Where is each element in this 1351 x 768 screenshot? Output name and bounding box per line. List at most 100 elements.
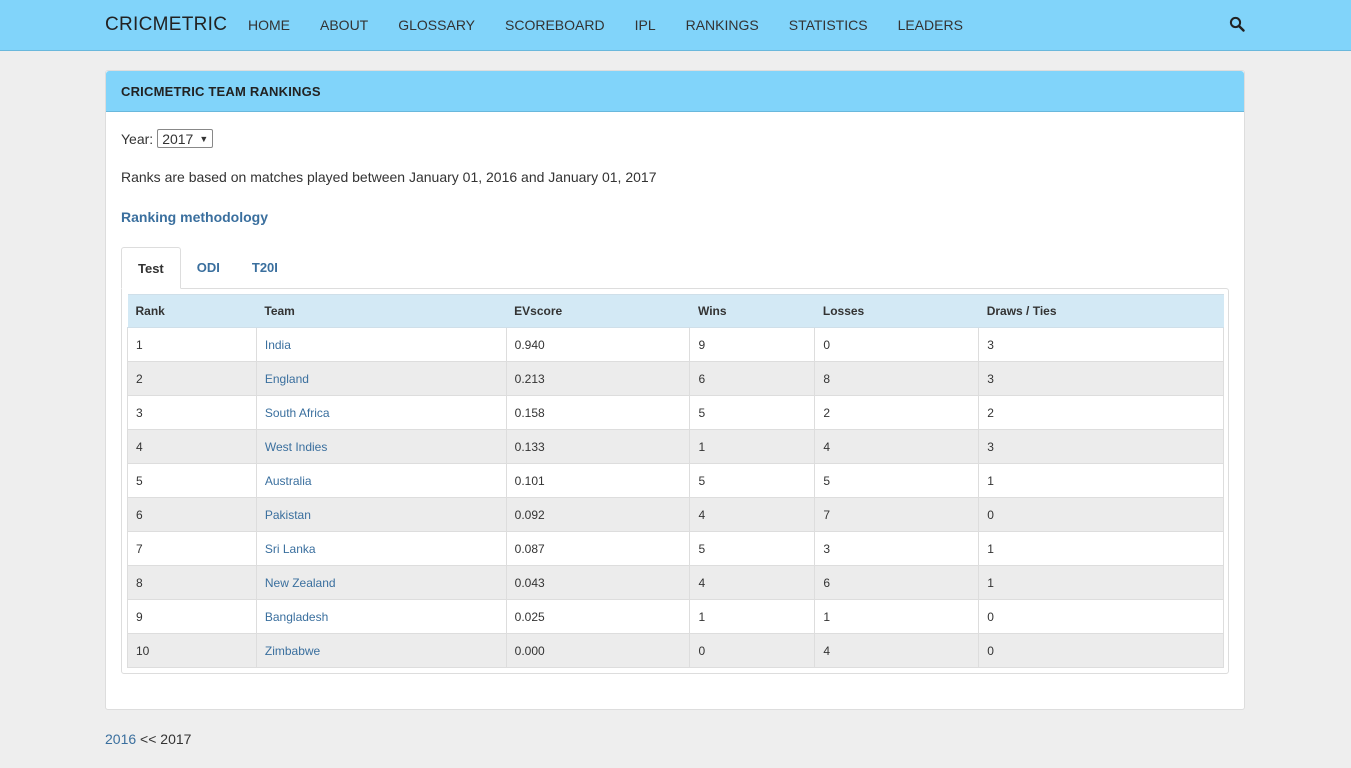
cell-losses: 1 <box>814 599 980 634</box>
cell-draws: 0 <box>978 599 1224 634</box>
nav-item-leaders[interactable]: LEADERS <box>898 0 963 50</box>
cell-wins: 5 <box>689 531 816 566</box>
rankings-panel: CRICMETRIC TEAM RANKINGS Year: 2017 ▼ Ra… <box>105 70 1245 710</box>
table-row: 3 South Africa 0.158 5 2 2 <box>127 395 1224 430</box>
cell-losses: 5 <box>814 463 980 498</box>
nav-item-statistics[interactable]: STATISTICS <box>789 0 868 50</box>
cell-wins: 6 <box>689 361 816 396</box>
table-row: 6 Pakistan 0.092 4 7 0 <box>127 497 1224 532</box>
team-link[interactable]: India <box>255 327 507 362</box>
cell-losses: 0 <box>814 327 980 362</box>
nav-item-scoreboard[interactable]: SCOREBOARD <box>505 0 605 50</box>
table-row: 10 Zimbabwe 0.000 0 4 0 <box>127 633 1224 668</box>
cell-wins: 0 <box>689 633 816 668</box>
year-select-value: 2017 <box>162 130 194 147</box>
cell-evscore: 0.101 <box>505 463 691 498</box>
nav-item-ipl[interactable]: IPL <box>635 0 656 50</box>
cell-wins: 5 <box>689 395 816 430</box>
team-link[interactable]: South Africa <box>255 395 507 430</box>
team-link[interactable]: England <box>255 361 507 396</box>
cell-evscore: 0.092 <box>505 497 691 532</box>
cell-rank: 7 <box>127 531 257 566</box>
year-selector-row: Year: 2017 ▼ <box>121 129 214 148</box>
cell-evscore: 0.940 <box>505 327 691 362</box>
cell-evscore: 0.087 <box>505 531 691 566</box>
tab-test[interactable]: Test <box>121 247 181 289</box>
table-row: 5 Australia 0.101 5 5 1 <box>127 463 1224 498</box>
year-select[interactable]: 2017 ▼ <box>157 129 214 148</box>
cell-evscore: 0.025 <box>505 599 691 634</box>
cell-losses: 6 <box>814 565 980 600</box>
table-row: 9 Bangladesh 0.025 1 1 0 <box>127 599 1224 634</box>
cell-losses: 8 <box>814 361 980 396</box>
cell-losses: 2 <box>814 395 980 430</box>
cell-losses: 7 <box>814 497 980 532</box>
cell-rank: 5 <box>127 463 257 498</box>
cell-draws: 0 <box>978 497 1224 532</box>
team-link[interactable]: New Zealand <box>255 565 507 600</box>
team-link[interactable]: Pakistan <box>255 497 507 532</box>
search-icon[interactable] <box>1229 16 1245 32</box>
cell-rank: 3 <box>127 395 257 430</box>
cell-wins: 1 <box>689 599 816 634</box>
cell-rank: 4 <box>127 429 257 464</box>
nav-item-rankings[interactable]: RANKINGS <box>686 0 759 50</box>
cell-draws: 1 <box>978 531 1224 566</box>
table-row: 7 Sri Lanka 0.087 5 3 1 <box>127 531 1224 566</box>
header-rank: Rank <box>127 294 257 328</box>
header-wins: Wins <box>689 294 815 328</box>
team-link[interactable]: West Indies <box>255 429 507 464</box>
table-row: 1 India 0.940 9 0 3 <box>127 327 1224 362</box>
tab-content: Rank Team EVscore Wins Losses Draws / Ti… <box>121 288 1229 674</box>
cell-draws: 1 <box>978 565 1224 600</box>
cell-draws: 1 <box>978 463 1224 498</box>
top-navbar: CRICMETRIC HOME ABOUT GLOSSARY SCOREBOAR… <box>0 0 1351 51</box>
cell-evscore: 0.000 <box>505 633 691 668</box>
panel-title: CRICMETRIC TEAM RANKINGS <box>106 71 1244 112</box>
cell-wins: 5 <box>689 463 816 498</box>
cell-rank: 2 <box>127 361 257 396</box>
current-year: 2017 <box>160 731 192 747</box>
nav-item-home[interactable]: HOME <box>248 0 290 50</box>
team-link[interactable]: Bangladesh <box>255 599 507 634</box>
cell-draws: 0 <box>978 633 1224 668</box>
header-team: Team <box>256 294 507 328</box>
cell-wins: 9 <box>689 327 816 362</box>
cell-draws: 3 <box>978 361 1224 396</box>
cell-wins: 4 <box>689 565 816 600</box>
table-row: 8 New Zealand 0.043 4 6 1 <box>127 565 1224 600</box>
cell-rank: 1 <box>127 327 257 362</box>
cell-evscore: 0.133 <box>505 429 691 464</box>
dropdown-arrow-icon: ▼ <box>199 133 209 144</box>
brand-logo[interactable]: CRICMETRIC <box>105 14 227 36</box>
cell-draws: 2 <box>978 395 1224 430</box>
table-row: 2 England 0.213 6 8 3 <box>127 361 1224 396</box>
prev-year-link[interactable]: 2016 <box>105 731 136 747</box>
ranking-methodology-link[interactable]: Ranking methodology <box>121 209 268 225</box>
cell-losses: 4 <box>814 633 980 668</box>
team-link[interactable]: Australia <box>255 463 507 498</box>
table-header-row: Rank Team EVscore Wins Losses Draws / Ti… <box>127 294 1224 328</box>
cell-rank: 6 <box>127 497 257 532</box>
header-evscore: EVscore <box>506 294 690 328</box>
header-draws-ties: Draws / Ties <box>978 294 1224 328</box>
year-label: Year: <box>121 130 154 147</box>
nav-menu: HOME ABOUT GLOSSARY SCOREBOARD IPL RANKI… <box>248 0 993 50</box>
cell-losses: 3 <box>814 531 980 566</box>
team-link[interactable]: Zimbabwe <box>255 633 507 668</box>
cell-draws: 3 <box>978 429 1224 464</box>
team-link[interactable]: Sri Lanka <box>255 531 507 566</box>
cell-losses: 4 <box>814 429 980 464</box>
cell-evscore: 0.158 <box>505 395 691 430</box>
year-pager: 2016 << 2017 <box>105 731 191 747</box>
format-tabs: Test ODI T20I <box>121 247 294 289</box>
nav-item-about[interactable]: ABOUT <box>320 0 368 50</box>
nav-item-glossary[interactable]: GLOSSARY <box>398 0 475 50</box>
cell-evscore: 0.043 <box>505 565 691 600</box>
tab-t20i[interactable]: T20I <box>236 247 294 289</box>
cell-draws: 3 <box>978 327 1224 362</box>
rankings-table: Rank Team EVscore Wins Losses Draws / Ti… <box>127 294 1224 668</box>
cell-wins: 4 <box>689 497 816 532</box>
tab-odi[interactable]: ODI <box>181 247 236 289</box>
cell-rank: 10 <box>127 633 257 668</box>
